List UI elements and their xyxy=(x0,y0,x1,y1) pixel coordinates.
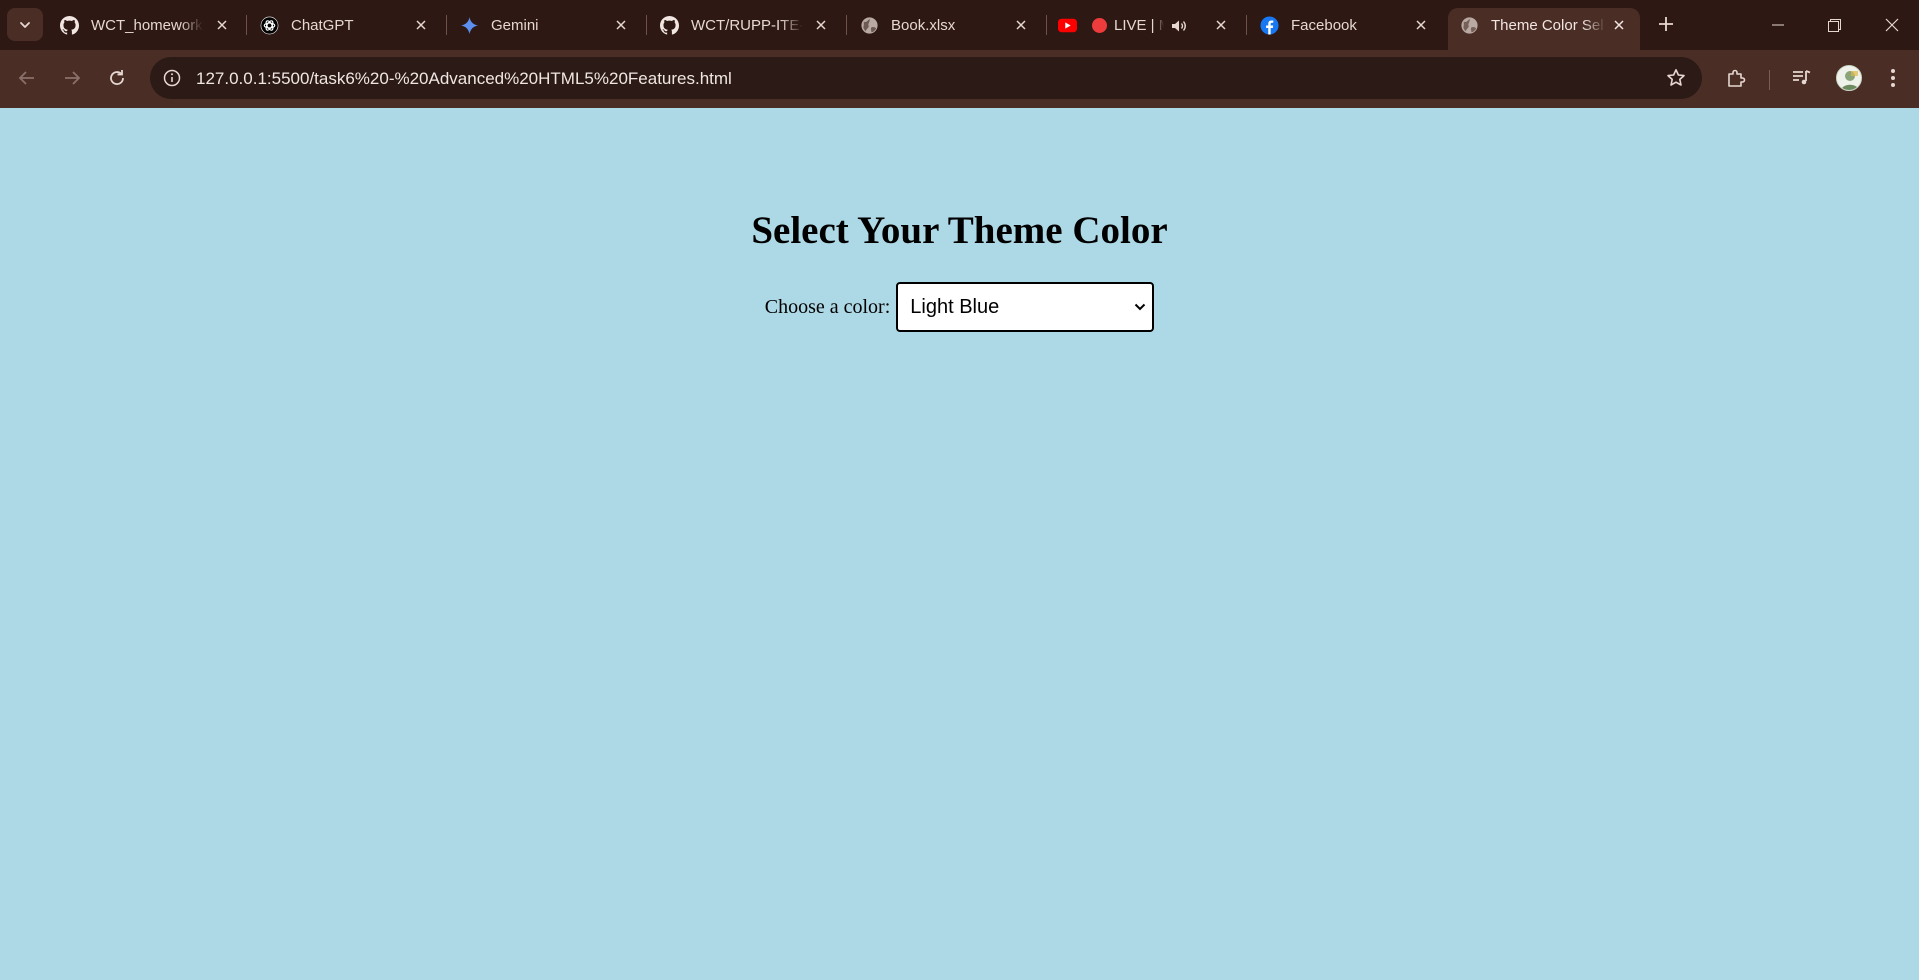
tab-title: Gemini xyxy=(491,17,539,34)
arrow-left-icon xyxy=(18,71,34,85)
globe-icon xyxy=(860,16,879,35)
browser-toolbar: 127.0.0.1:5500/task6%20-%20Advanced%20HT… xyxy=(0,50,1919,108)
close-icon[interactable] xyxy=(412,16,430,34)
youtube-icon xyxy=(1058,16,1077,35)
tab-title: LIVE | MP xyxy=(1114,17,1164,34)
profile-icon xyxy=(1837,66,1861,90)
tab-title: Book.xlsx xyxy=(891,17,956,34)
close-icon[interactable] xyxy=(1012,16,1030,34)
close-icon[interactable] xyxy=(612,16,630,34)
reload-button[interactable] xyxy=(101,62,133,94)
arrow-right-icon xyxy=(65,71,81,85)
puzzle-icon xyxy=(1728,69,1746,87)
color-picker-row: Choose a color: Light Blue xyxy=(0,282,1919,332)
chevron-down-icon xyxy=(1135,303,1146,311)
bookmark-star-icon[interactable] xyxy=(1664,66,1688,90)
url-text[interactable]: 127.0.0.1:5500/task6%20-%20Advanced%20HT… xyxy=(196,69,732,88)
facebook-icon xyxy=(1260,16,1279,35)
restore-icon xyxy=(1827,18,1841,32)
color-select[interactable]: Light Blue xyxy=(896,282,1155,332)
restore-button[interactable] xyxy=(1808,0,1860,50)
close-icon[interactable] xyxy=(1212,16,1230,34)
browser-menu-button[interactable] xyxy=(1878,63,1908,93)
speaker-icon[interactable] xyxy=(1170,17,1188,34)
tab-title: WCT/RUPP-ITE-2 xyxy=(691,17,803,34)
tab-title: Theme Color Sel xyxy=(1491,17,1604,34)
tab-separator xyxy=(1046,15,1047,35)
tab-youtube-live[interactable]: LIVE | MP xyxy=(1048,8,1233,42)
tab-chatgpt[interactable]: ChatGPT xyxy=(248,8,433,42)
plus-icon xyxy=(1659,17,1673,31)
forward-button[interactable] xyxy=(56,62,88,94)
chatgpt-icon xyxy=(260,16,279,35)
close-icon[interactable] xyxy=(812,16,830,34)
tab-separator xyxy=(246,15,247,35)
tab-title: Facebook xyxy=(1291,17,1357,34)
close-icon xyxy=(1885,18,1899,32)
media-controls-button[interactable] xyxy=(1787,63,1817,93)
tab-book-xlsx[interactable]: Book.xlsx xyxy=(848,8,1033,42)
color-select-value: Light Blue xyxy=(910,295,1000,318)
close-icon[interactable] xyxy=(213,16,231,34)
gemini-icon xyxy=(460,16,479,35)
site-info-icon[interactable] xyxy=(160,66,184,90)
tab-separator xyxy=(446,15,447,35)
tab-title: ChatGPT xyxy=(291,17,354,34)
toolbar-separator xyxy=(1769,70,1770,90)
page-title: Select Your Theme Color xyxy=(751,209,1168,252)
reload-icon xyxy=(110,70,124,85)
color-select-label: Choose a color: xyxy=(764,295,891,318)
minimize-button[interactable] xyxy=(1752,0,1804,50)
tab-wct-homework[interactable]: WCT_homework/ xyxy=(48,8,233,42)
queue-music-icon xyxy=(1793,70,1811,85)
minimize-icon xyxy=(1772,24,1784,26)
close-window-button[interactable] xyxy=(1866,0,1918,50)
chevron-down-icon xyxy=(20,21,30,28)
tab-separator xyxy=(1246,15,1247,35)
github-icon xyxy=(60,16,79,35)
more-vertical-icon xyxy=(1891,69,1895,87)
extensions-button[interactable] xyxy=(1721,63,1751,93)
close-icon[interactable] xyxy=(1610,16,1628,34)
tab-title: WCT_homework/ xyxy=(91,17,203,34)
tab-wct-rupp[interactable]: WCT/RUPP-ITE-2 xyxy=(648,8,833,42)
github-icon xyxy=(660,16,679,35)
tab-strip: WCT_homework/ ChatGPT Gemini WCT/RUPP-IT… xyxy=(0,0,1919,50)
close-icon[interactable] xyxy=(1412,16,1430,34)
tab-gemini[interactable]: Gemini xyxy=(448,8,633,42)
tab-facebook[interactable]: Facebook xyxy=(1248,8,1433,42)
recording-indicator-icon xyxy=(1092,18,1107,33)
back-button[interactable] xyxy=(11,62,43,94)
tab-separator xyxy=(646,15,647,35)
tab-search-button[interactable] xyxy=(7,8,43,41)
profile-avatar[interactable] xyxy=(1836,65,1862,91)
page-content: Select Your Theme Color Choose a color: … xyxy=(0,108,1919,980)
new-tab-button[interactable] xyxy=(1651,9,1681,39)
address-bar[interactable]: 127.0.0.1:5500/task6%20-%20Advanced%20HT… xyxy=(150,57,1702,99)
tab-separator xyxy=(846,15,847,35)
tab-theme-color-selector[interactable]: Theme Color Sel xyxy=(1448,8,1640,50)
globe-icon xyxy=(1460,16,1479,35)
